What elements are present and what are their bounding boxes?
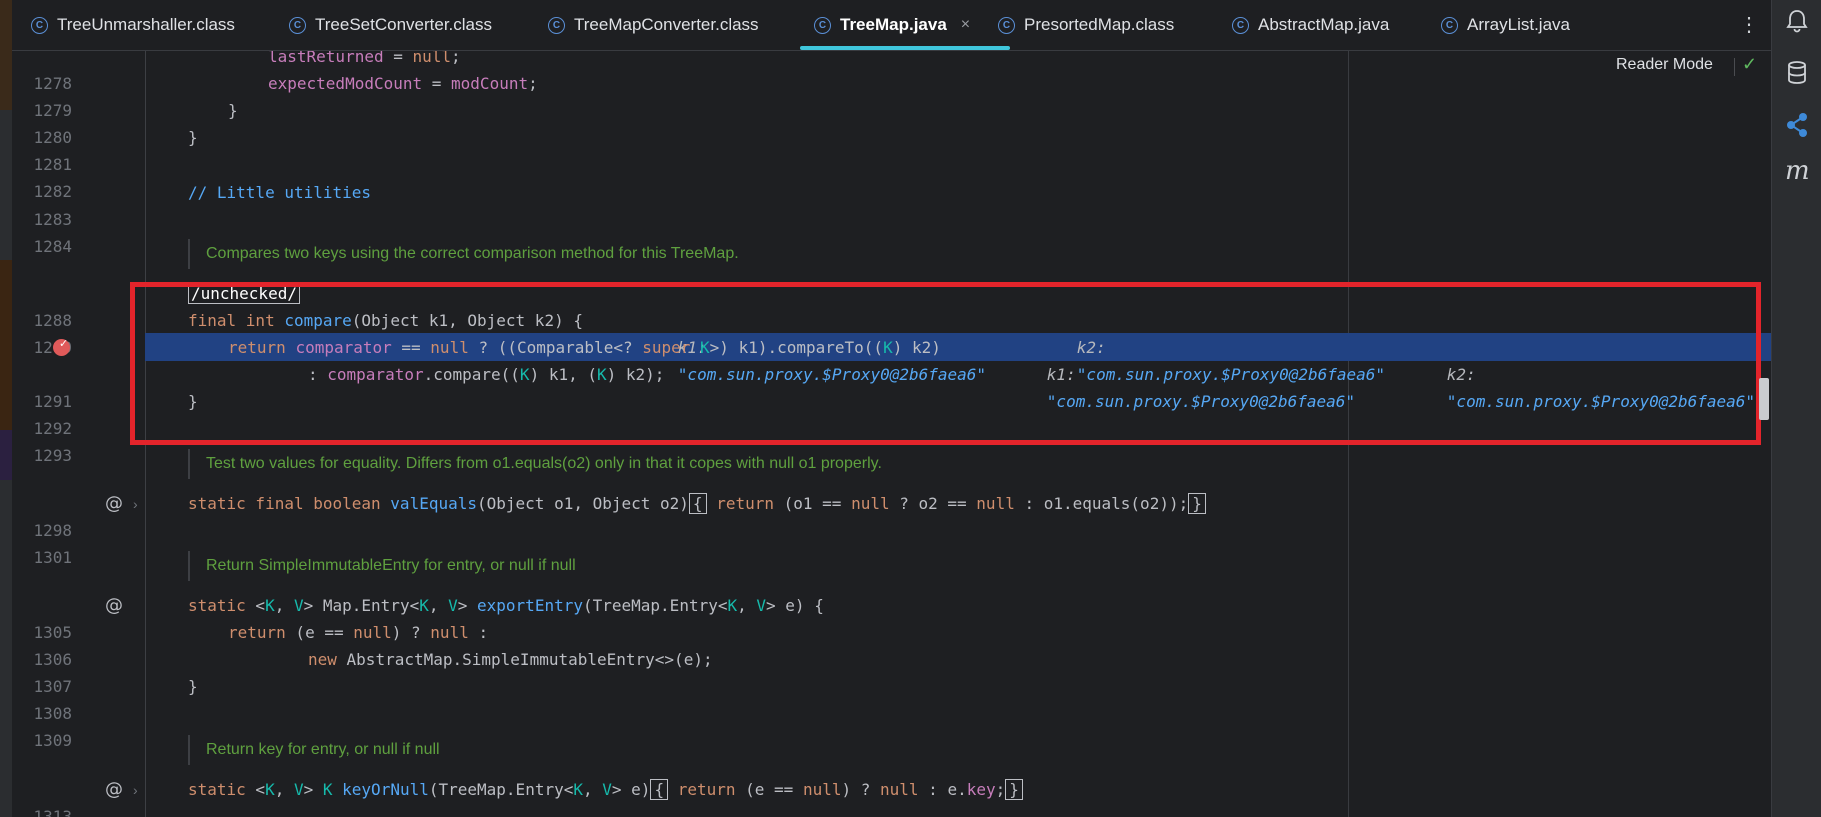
code-line: 1307 new AbstractMap.SimpleImmutableEntr… <box>12 646 1771 696</box>
tab-label: PresortedMap.class <box>1024 15 1175 34</box>
doc-comment-keyornull: Return key for entry, or null if null <box>188 735 440 765</box>
line-number: 1309 <box>33 731 72 750</box>
tab-label: TreeMap.java <box>840 15 947 34</box>
class-icon: C <box>814 16 831 34</box>
code-line-current: return comparator == null ? ((Comparable… <box>228 338 1756 411</box>
code-line: 1306 return (e == null) ? null : <box>12 619 1771 669</box>
code-line: 1284 <box>12 206 1771 256</box>
right-tool-window-bar: m <box>1771 0 1821 817</box>
code-line: 1305 static <K, V> Map.Entry<K, V> expor… <box>12 592 1771 642</box>
code-line: 1291 : comparator.compare((K) k1, (K) k2… <box>12 361 1771 411</box>
tab-treeunmarshaller[interactable]: C TreeUnmarshaller.class <box>31 0 235 50</box>
close-tab-icon[interactable]: × <box>961 16 970 34</box>
code-line: 1301 <box>12 517 1771 567</box>
tab-treemap-java[interactable]: C TreeMap.java × <box>800 0 1011 50</box>
implements-at-icon[interactable]: @ <box>105 595 123 616</box>
code-line: 1288 /unchecked/ <box>12 280 1771 330</box>
active-tab-indicator <box>800 46 1011 50</box>
tab-label: AbstractMap.java <box>1258 15 1390 34</box>
code-line: 1293 <box>12 415 1771 465</box>
implements-at-icon[interactable]: @ <box>105 779 123 800</box>
scrollbar-thumb[interactable] <box>1759 378 1769 420</box>
code-line: 1309 <box>12 700 1771 750</box>
code-line: 1283 // Little utilities <box>12 179 1771 229</box>
tab-abstractmap[interactable]: C AbstractMap.java <box>1232 0 1389 50</box>
doc-comment-valequals: Test two values for equality. Differs fr… <box>188 449 882 479</box>
share-graph-icon[interactable] <box>1785 112 1809 143</box>
code-editor[interactable]: Reader Mode ✓ 1278 lastReturned = null; … <box>12 51 1771 817</box>
code-line: 1279 expectedModCount = modCount; <box>12 70 1771 120</box>
doc-comment-compare: Compares two keys using the correct comp… <box>188 239 739 269</box>
code-line: 1282 <box>12 151 1771 201</box>
class-icon: C <box>1441 16 1458 34</box>
tab-label: TreeUnmarshaller.class <box>57 15 235 34</box>
code-line: 1313 static <K, V> K keyOrNull(TreeMap.E… <box>12 776 1771 817</box>
fold-chevron-icon[interactable]: › <box>133 782 138 798</box>
code-line: 1278 lastReturned = null; <box>12 51 1771 93</box>
more-tabs-icon[interactable]: ⋮ <box>1739 12 1759 37</box>
fold-chevron-icon[interactable]: › <box>133 496 138 512</box>
code-line: 1308 } <box>12 673 1771 723</box>
tab-presortedmap[interactable]: C PresortedMap.class <box>998 0 1174 50</box>
breakpoint-check-icon: ✓ <box>59 338 69 350</box>
doc-comment-exportentry: Return SimpleImmutableEntry for entry, o… <box>188 551 576 581</box>
tab-label: ArrayList.java <box>1467 15 1570 34</box>
line-number: 1313 <box>33 807 72 817</box>
code-line: 1298 static final boolean valEquals(Obje… <box>12 490 1771 540</box>
class-icon: C <box>1232 16 1249 34</box>
code-line: 1289 final int compare(Object k1, Object… <box>12 307 1771 384</box>
editor-tab-bar: C TreeUnmarshaller.class C TreeSetConver… <box>12 0 1771 51</box>
notifications-icon[interactable] <box>1785 8 1809 39</box>
class-icon: C <box>998 16 1015 34</box>
code-line: 1281 } <box>12 124 1771 174</box>
left-tool-strip <box>0 0 12 817</box>
line-number: 1301 <box>33 548 72 567</box>
class-icon: C <box>289 16 306 34</box>
code-comment: // Little utilities <box>188 183 372 202</box>
database-icon[interactable] <box>1785 60 1809 91</box>
tab-label: TreeMapConverter.class <box>574 15 759 34</box>
tab-arraylist[interactable]: C ArrayList.java <box>1441 0 1570 50</box>
class-icon: C <box>548 16 565 34</box>
suppress-warnings-annotation: /unchecked/ <box>188 283 300 304</box>
class-icon: C <box>31 16 48 34</box>
line-number: 1293 <box>33 446 72 465</box>
tab-label: TreeSetConverter.class <box>315 15 492 34</box>
code-line: 1292 } <box>12 388 1771 438</box>
m-plugin-icon[interactable]: m <box>1785 156 1810 186</box>
implements-at-icon[interactable]: @ <box>105 493 123 514</box>
tab-treesetconverter[interactable]: C TreeSetConverter.class <box>289 0 492 50</box>
tab-treemapconverter[interactable]: C TreeMapConverter.class <box>548 0 759 50</box>
line-number: 1284 <box>33 237 72 256</box>
code-line: 1280 } <box>12 97 1771 147</box>
